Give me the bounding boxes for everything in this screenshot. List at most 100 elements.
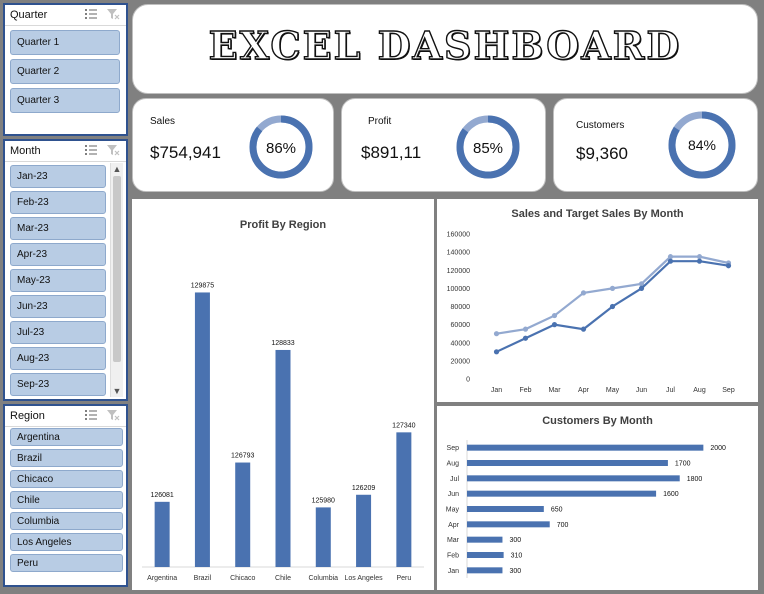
- kpi-label: Customers: [576, 120, 625, 131]
- slicer-item-region[interactable]: Brazil: [10, 449, 123, 467]
- data-point: [551, 312, 558, 319]
- x-tick-label: Apr: [578, 387, 590, 394]
- data-label: 1800: [687, 476, 703, 483]
- data-point: [580, 290, 587, 296]
- kpi-donut: 85%: [456, 115, 520, 179]
- bar: [467, 460, 668, 466]
- data-label: 127340: [392, 422, 415, 429]
- slicer-item-month[interactable]: Aug-23: [10, 347, 106, 370]
- data-label: 2000: [710, 445, 726, 452]
- x-tick-label: Argentina: [147, 575, 177, 582]
- bar: [467, 552, 504, 558]
- data-point: [696, 258, 703, 264]
- bar: [396, 432, 412, 567]
- slicer-item-region[interactable]: Chile: [10, 491, 123, 509]
- data-label: 300: [509, 568, 521, 575]
- x-tick-label: Chicaco: [230, 575, 255, 582]
- data-label: 126081: [150, 492, 173, 499]
- slicer-item-quarter-2[interactable]: Quarter 2: [10, 59, 120, 84]
- multi-select-icon[interactable]: [84, 144, 100, 158]
- sales-line-plot: 0 20000 40000 60000 80000 100000 120000 140000 1…: [447, 232, 735, 395]
- data-point: [667, 258, 674, 264]
- scroll-down-icon[interactable]: ▼: [111, 386, 123, 396]
- region-slicer-title: Region: [10, 410, 45, 422]
- month-scrollbar[interactable]: ▲ ▼: [110, 163, 123, 397]
- slicer-item-region[interactable]: Columbia: [10, 512, 123, 530]
- slicer-item-region[interactable]: Peru: [10, 554, 123, 572]
- data-point: [725, 263, 732, 269]
- slicer-item-month[interactable]: Sep-23: [10, 373, 106, 396]
- x-tick-label: Los Angeles: [344, 575, 383, 582]
- bar: [154, 501, 170, 567]
- slicer-item-region[interactable]: Argentina: [10, 428, 123, 446]
- slicer-item-month[interactable]: Jun-23: [10, 295, 106, 318]
- y-tick-label: Feb: [447, 553, 459, 560]
- kpi-value: $891,11: [361, 143, 422, 162]
- kpi-percent: 84%: [688, 137, 716, 153]
- bar: [467, 506, 544, 512]
- data-label: 1600: [663, 491, 679, 498]
- slicer-item-month[interactable]: Jul-23: [10, 321, 106, 344]
- data-point: [551, 322, 558, 328]
- slicer-item-month[interactable]: Apr-23: [10, 243, 106, 266]
- bar: [467, 490, 657, 497]
- data-label: 300: [509, 537, 521, 544]
- series-line: [496, 255, 729, 335]
- x-tick-label: Jan: [491, 387, 502, 394]
- data-point: [522, 335, 529, 341]
- multi-select-icon[interactable]: [84, 409, 100, 423]
- kpi-value: $754,941: [150, 143, 221, 162]
- scroll-up-icon[interactable]: ▲: [111, 164, 123, 174]
- customers-by-month-chart: Customers By Month Sep 2000 Aug 1700 Jul 1800…: [437, 406, 758, 590]
- quarter-slicer-header: Quarter: [5, 5, 126, 26]
- kpi-card-sales: Sales $754,941 86%: [132, 98, 334, 192]
- slicer-item-month[interactable]: May-23: [10, 269, 106, 292]
- y-tick-label: Jul: [450, 476, 459, 483]
- kpi-label: Profit: [368, 116, 392, 127]
- bar: [467, 521, 550, 528]
- data-point: [493, 331, 500, 337]
- clear-filter-icon[interactable]: [106, 8, 122, 22]
- bar: [467, 475, 680, 482]
- kpi-percent: 86%: [266, 140, 296, 157]
- clear-filter-icon[interactable]: [106, 409, 122, 423]
- data-point: [609, 303, 616, 310]
- bar: [467, 567, 503, 574]
- slicer-item-region[interactable]: Chicaco: [10, 470, 123, 488]
- x-tick-label: May: [606, 387, 620, 394]
- clear-filter-icon[interactable]: [106, 144, 122, 158]
- month-slicer-header: Month: [5, 141, 126, 162]
- x-tick-label: Feb: [519, 387, 531, 394]
- multi-select-icon[interactable]: [84, 8, 100, 22]
- data-label: 126793: [231, 453, 254, 460]
- y-tick-label: 80000: [451, 304, 471, 311]
- customers-bar-plot: Sep 2000 Aug 1700 Jul 1800 Jun 1600 May 650 Apr 700…: [446, 440, 726, 578]
- bar: [194, 292, 210, 567]
- data-label: 129875: [191, 282, 214, 289]
- slicer-item-region[interactable]: Los Angeles: [10, 533, 123, 551]
- data-label: 128833: [271, 340, 294, 347]
- slicer-item-month[interactable]: Mar-23: [10, 217, 106, 240]
- data-point: [493, 349, 500, 355]
- y-tick-label: 40000: [451, 340, 471, 347]
- bar: [467, 444, 704, 451]
- kpi-donut: 84%: [668, 111, 736, 179]
- slicer-item-quarter-1[interactable]: Quarter 1: [10, 30, 120, 55]
- x-tick-label: Peru: [396, 575, 411, 582]
- kpi-value: $9,360: [576, 144, 628, 163]
- slicer-item-month[interactable]: Feb-23: [10, 191, 106, 214]
- y-tick-label: Aug: [447, 461, 460, 468]
- x-tick-label: Mar: [548, 387, 561, 394]
- profit-by-region-chart: Profit By Region 126081 Argentina 129875 Br…: [132, 199, 434, 590]
- dashboard-title: EXCEL DASHBOARD: [208, 22, 682, 68]
- y-tick-label: Jun: [448, 491, 459, 498]
- data-label: 125980: [312, 497, 335, 504]
- x-tick-label: Brazil: [194, 575, 212, 582]
- slicer-item-quarter-3[interactable]: Quarter 3: [10, 88, 120, 113]
- slicer-item-month[interactable]: Jan-23: [10, 165, 106, 188]
- bar: [315, 507, 331, 567]
- region-slicer: Region Argentina Brazil Chicaco Chile Co…: [3, 404, 128, 587]
- scrollbar-thumb[interactable]: [113, 176, 121, 362]
- bar: [275, 349, 291, 567]
- data-point: [696, 254, 703, 260]
